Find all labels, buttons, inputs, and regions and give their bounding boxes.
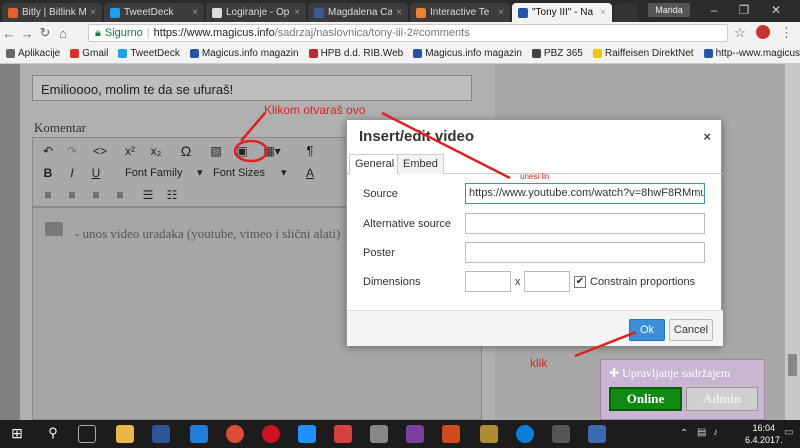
file-explorer-icon[interactable] — [116, 425, 134, 443]
ie-icon[interactable] — [298, 425, 316, 443]
taskbar-clock[interactable]: 16:04 6.4.2017. — [745, 422, 783, 446]
onenote-icon[interactable] — [406, 425, 424, 443]
highlight-circle — [233, 139, 269, 163]
annotation-unesi: unesi lin — [520, 172, 550, 181]
volume-icon[interactable]: ♪ — [713, 427, 718, 438]
windows-start-icon[interactable]: ⊞ — [8, 425, 26, 443]
annotation-overlay — [233, 111, 637, 358]
app-icon[interactable] — [370, 425, 388, 443]
app-icon[interactable] — [442, 425, 460, 443]
app-icon[interactable] — [588, 425, 606, 443]
task-view-icon[interactable] — [78, 425, 96, 443]
opera-icon[interactable] — [262, 425, 280, 443]
teamviewer-icon[interactable] — [516, 425, 534, 443]
annotation-klikom: Klikom otvaraš ovo — [264, 103, 366, 117]
annotation-klik: klik — [530, 356, 548, 370]
search-icon[interactable]: ⚲ — [44, 425, 62, 443]
app-icon[interactable] — [480, 425, 498, 443]
annotation-arrow — [381, 111, 511, 180]
network-icon[interactable]: ▤ — [697, 427, 706, 438]
chrome-icon[interactable] — [226, 425, 244, 443]
calculator-icon[interactable] — [552, 425, 570, 443]
windows-taskbar: ⊞ ⚲ ⌃ ▤ ♪ 16:04 6.4.2017. ▭ — [0, 420, 800, 448]
edge-icon[interactable] — [190, 425, 208, 443]
annotation-arrow — [574, 330, 637, 358]
tray-up-icon[interactable]: ⌃ — [680, 428, 688, 439]
word-icon[interactable] — [152, 425, 170, 443]
notifications-icon[interactable]: ▭ — [784, 427, 793, 438]
app-icon[interactable] — [334, 425, 352, 443]
annotation-arrow — [240, 112, 266, 142]
